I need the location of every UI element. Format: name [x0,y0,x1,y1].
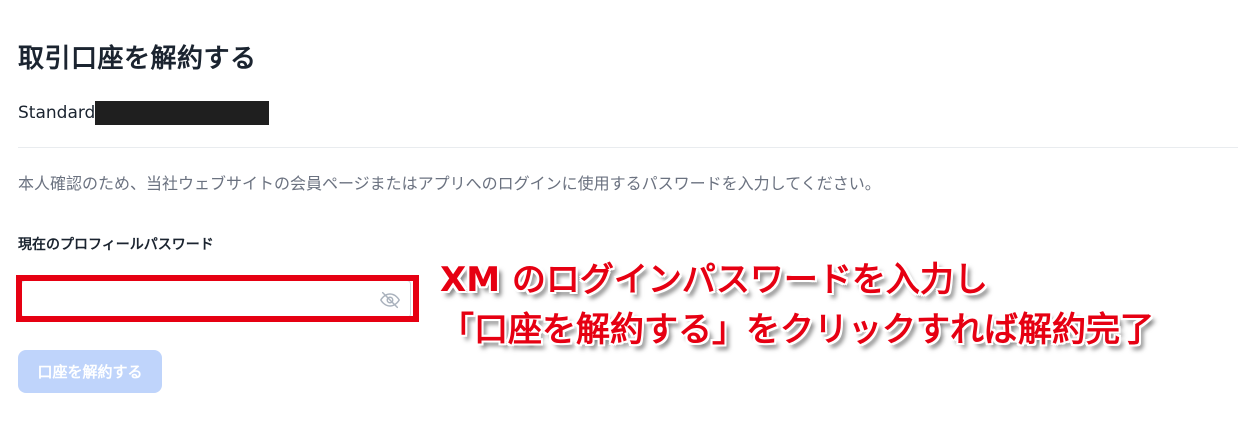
annotation-callout: XM のログインパスワードを入力し 「口座を解約する」をクリックすれば解約完了 [440,255,1154,355]
annotation-line-2: 「口座を解約する」をクリックすれば解約完了 [440,310,1154,350]
redacted-account-number [95,101,270,125]
password-input[interactable] [30,286,374,314]
instruction-text: 本人確認のため、当社ウェブサイトの会員ページまたはアプリへのログインに使用するパ… [18,174,881,193]
password-field-label: 現在のプロフィールパスワード [18,237,214,253]
password-field [21,280,411,318]
annotation-line-1: XM のログインパスワードを入力し [440,260,988,300]
account-type-label: Standard [18,103,96,123]
account-info: Standard [18,101,270,125]
section-divider [18,147,1238,148]
eye-slash-icon[interactable] [379,289,401,311]
page-title: 取引口座を解約する [18,44,257,74]
close-account-button[interactable]: 口座を解約する [18,350,162,393]
